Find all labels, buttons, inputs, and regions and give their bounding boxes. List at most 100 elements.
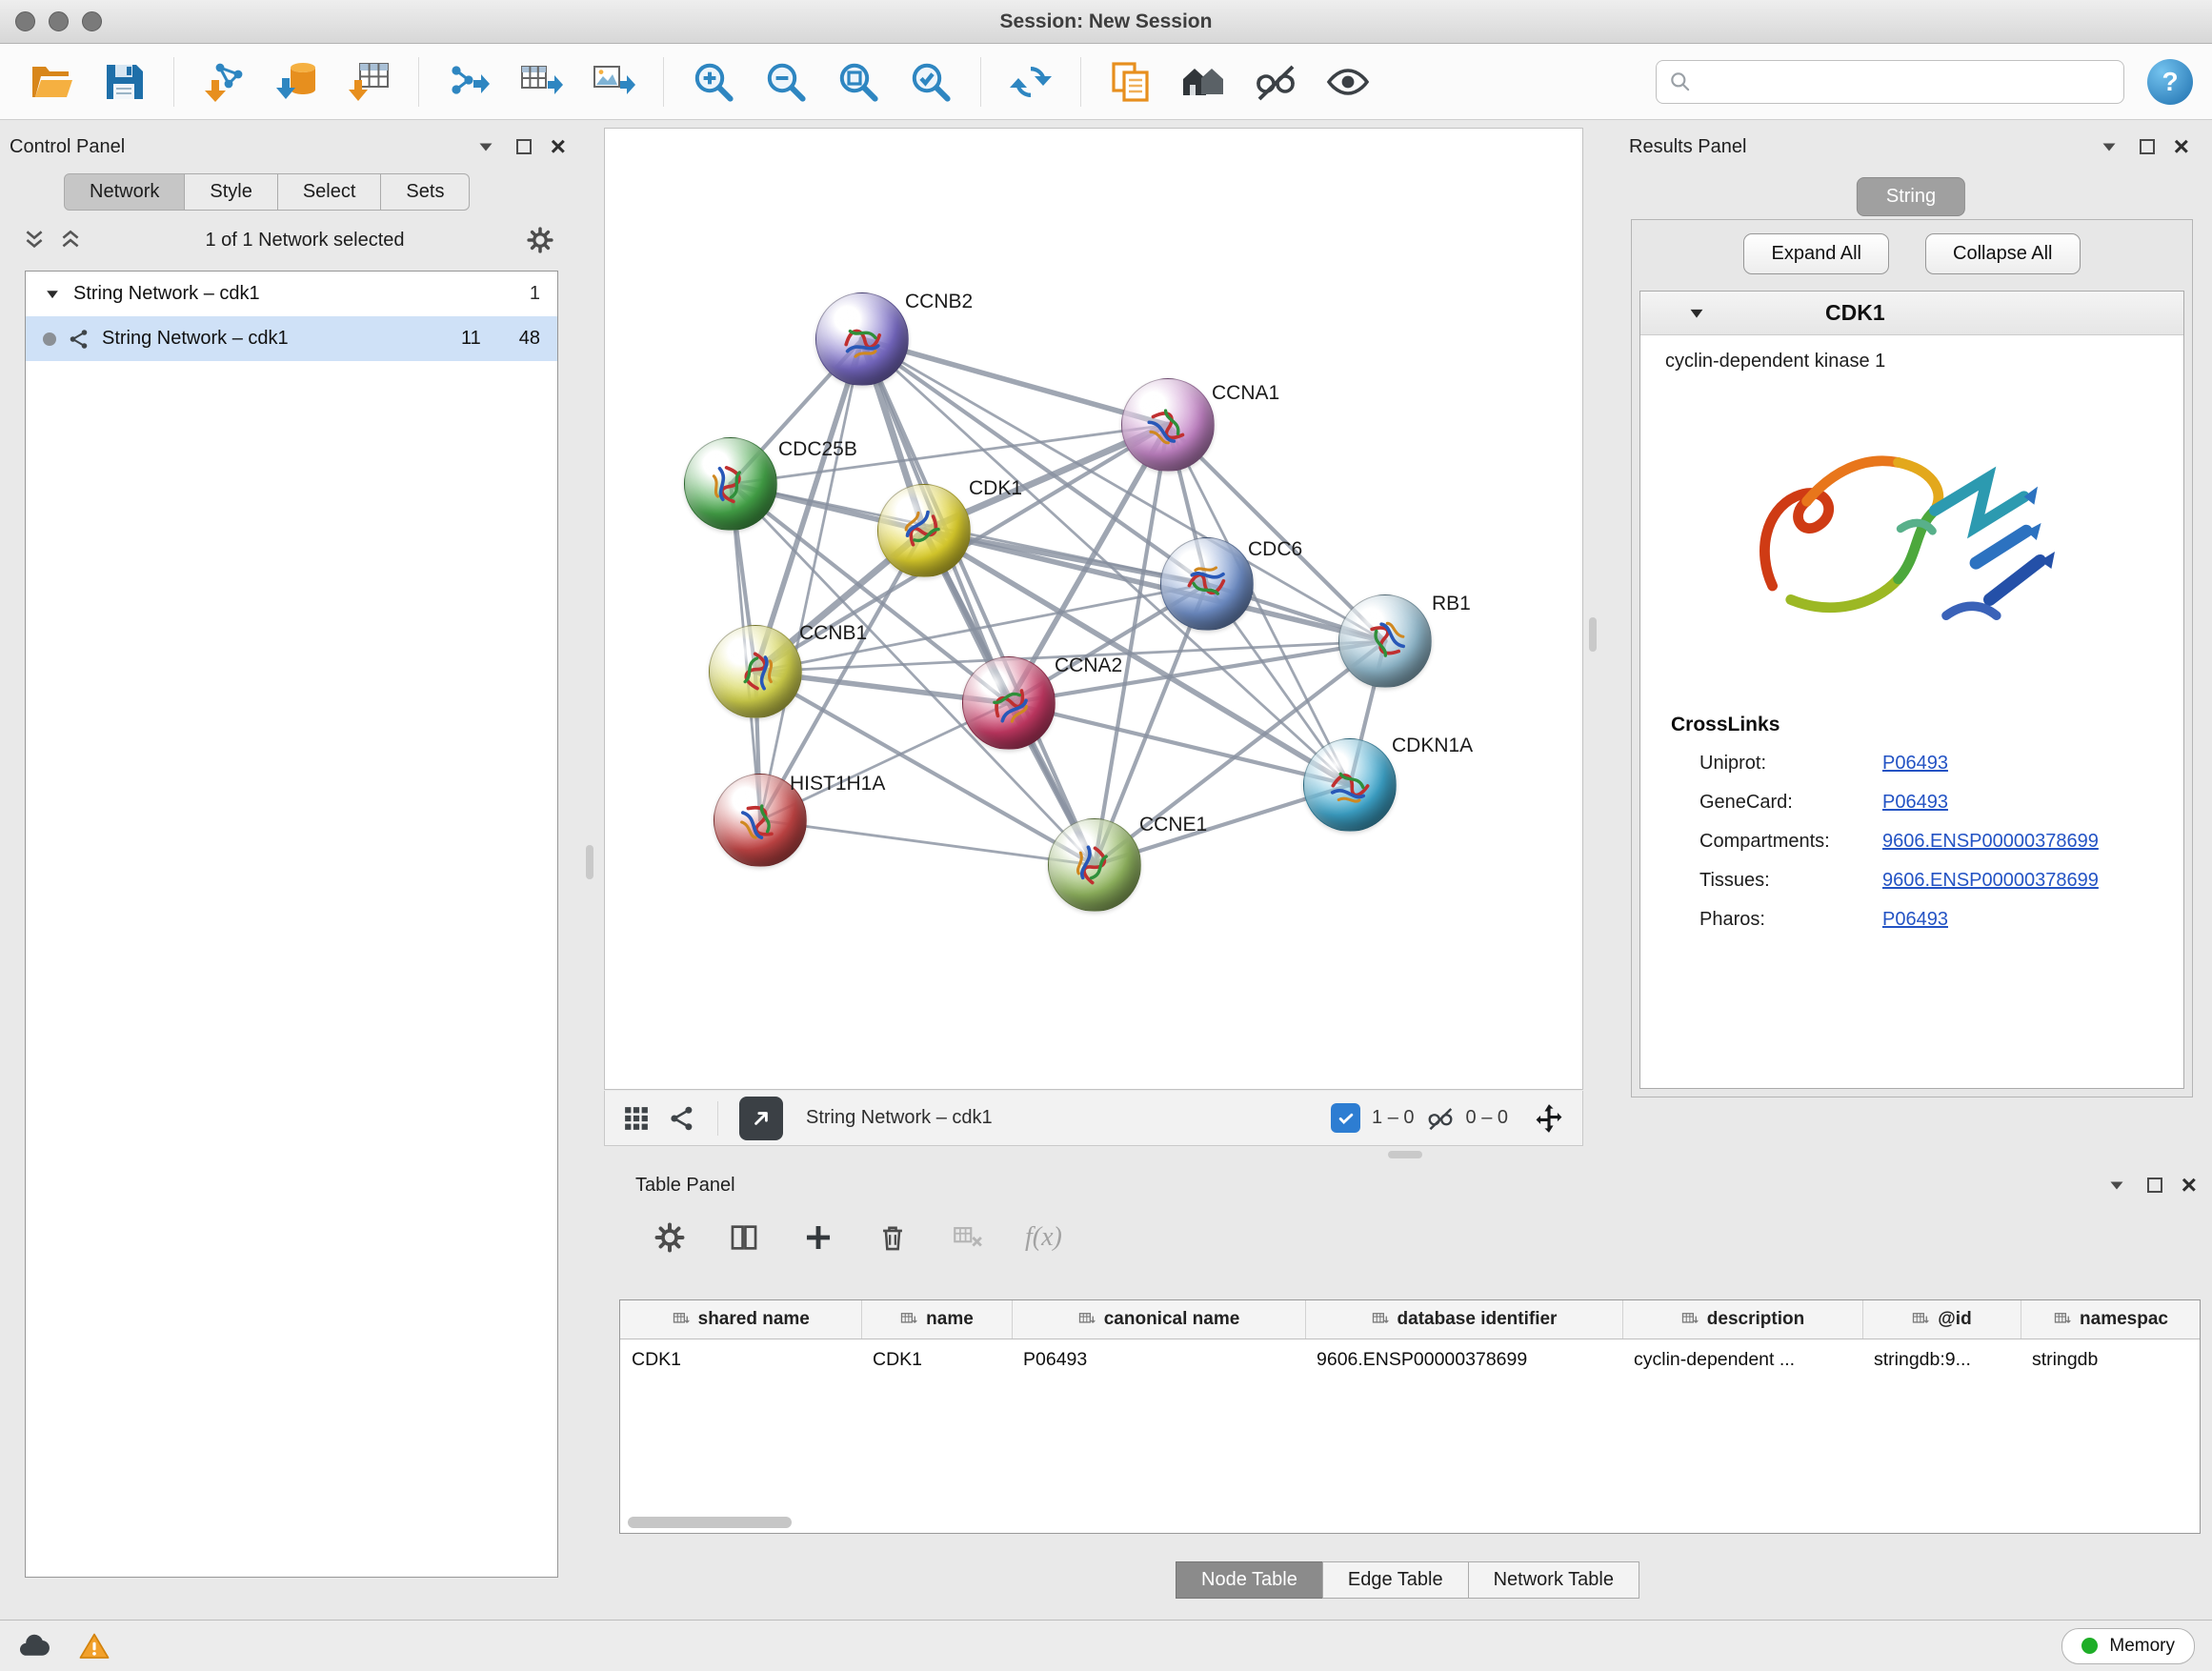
copy-document-button[interactable] [1098, 51, 1163, 112]
search-input[interactable] [1700, 70, 2112, 92]
table-row[interactable]: CDK1CDK1P064939606.ENSP00000378699cyclin… [620, 1339, 2201, 1380]
table-horizontal-scrollbar[interactable] [628, 1517, 792, 1528]
crosslink-link[interactable]: P06493 [1882, 753, 1948, 775]
import-table-file-button[interactable] [336, 51, 401, 112]
network-canvas[interactable]: CCNB2 CCNA1 CDC25B CDK1 CDC6 RB1 CCNB1 C… [604, 128, 1583, 1090]
function-builder-icon[interactable]: f(x) [1025, 1222, 1062, 1253]
help-button[interactable]: ? [2147, 59, 2193, 105]
results-panel-close-icon[interactable]: × [2174, 133, 2189, 160]
export-network-button[interactable] [436, 51, 501, 112]
control-tab-sets[interactable]: Sets [380, 173, 470, 211]
column-type-icon [1077, 1310, 1096, 1329]
memory-label: Memory [2109, 1636, 2175, 1657]
network-row-selected[interactable]: String Network – cdk1 11 48 [26, 316, 557, 361]
export-table-button[interactable] [509, 51, 573, 112]
table-panel-menu-icon[interactable] [2105, 1174, 2128, 1197]
network-node-ccne1[interactable] [1048, 818, 1141, 912]
network-node-ccna1[interactable] [1121, 378, 1215, 472]
column-type-icon [1911, 1310, 1930, 1329]
left-splitter-handle[interactable] [586, 845, 593, 879]
expand-all-icon[interactable] [57, 227, 84, 253]
network-node-ccnb2[interactable] [815, 292, 909, 386]
crosslink-link[interactable]: 9606.ENSP00000378699 [1882, 870, 2099, 892]
network-node-ccnb1[interactable] [709, 625, 802, 718]
network-list: String Network – cdk1 1 String Network –… [25, 271, 558, 1578]
table-tab-node-table[interactable]: Node Table [1176, 1561, 1323, 1599]
refresh-view-button[interactable] [998, 51, 1063, 112]
show-columns-icon[interactable] [728, 1221, 760, 1254]
table-tab-edge-table[interactable]: Edge Table [1322, 1561, 1469, 1599]
network-name: String Network – cdk1 [102, 328, 289, 350]
hidden-elements-icon[interactable] [1426, 1104, 1455, 1133]
network-collection-row[interactable]: String Network – cdk1 1 [26, 272, 557, 316]
column-header-database-identifier[interactable]: database identifier [1305, 1300, 1622, 1339]
delete-column-icon[interactable] [876, 1221, 909, 1254]
network-overview-icon[interactable] [668, 1104, 696, 1133]
network-options-gear-icon[interactable] [526, 226, 554, 254]
collapse-all-icon[interactable] [21, 227, 48, 253]
export-image-button[interactable] [581, 51, 646, 112]
search-box[interactable] [1656, 60, 2124, 104]
selected-nodes-checkbox[interactable] [1331, 1103, 1360, 1133]
zoom-in-button[interactable] [681, 51, 746, 112]
network-node-cdc25b[interactable] [684, 437, 777, 531]
column-header-canonical-name[interactable]: canonical name [1012, 1300, 1305, 1339]
control-tab-select[interactable]: Select [277, 173, 382, 211]
show-view-button[interactable] [1316, 51, 1380, 112]
gene-header[interactable]: CDK1 [1640, 292, 2183, 335]
control-tab-style[interactable]: Style [184, 173, 277, 211]
network-node-count: 11 [461, 328, 481, 350]
column-header-namespac[interactable]: namespac [2021, 1300, 2201, 1339]
column-header-description[interactable]: description [1622, 1300, 1862, 1339]
right-splitter-handle[interactable] [1589, 617, 1597, 652]
gene-collapse-icon[interactable] [1686, 303, 1707, 324]
column-header--id[interactable]: @id [1862, 1300, 2021, 1339]
add-column-icon[interactable] [802, 1221, 835, 1254]
network-node-rb1[interactable] [1338, 594, 1432, 688]
memory-button[interactable]: Memory [2061, 1628, 2195, 1664]
control-panel-close-icon[interactable]: × [551, 133, 566, 160]
bottom-splitter-handle[interactable] [1388, 1151, 1422, 1158]
string-home-button[interactable] [1171, 51, 1236, 112]
open-session-button[interactable] [19, 51, 84, 112]
zoom-out-button[interactable] [754, 51, 818, 112]
expand-all-button[interactable]: Expand All [1743, 233, 1889, 274]
detach-view-button[interactable] [739, 1097, 783, 1140]
control-panel-tabs: NetworkStyleSelectSets [65, 173, 566, 211]
table-tab-network-table[interactable]: Network Table [1468, 1561, 1639, 1599]
import-network-file-button[interactable] [191, 51, 256, 112]
crosslink-link[interactable]: P06493 [1882, 792, 1948, 814]
results-panel-float-icon[interactable] [2136, 135, 2159, 158]
network-node-ccna2[interactable] [962, 656, 1056, 750]
warning-icon[interactable] [78, 1630, 111, 1662]
save-session-button[interactable] [91, 51, 156, 112]
collection-expander-icon[interactable] [43, 285, 62, 304]
import-network-database-button[interactable] [264, 51, 329, 112]
string-results-tab[interactable]: String [1857, 177, 1965, 216]
control-panel-float-icon[interactable] [513, 135, 535, 158]
zoom-selected-button[interactable] [898, 51, 963, 112]
collapse-all-button[interactable]: Collapse All [1925, 233, 2081, 274]
node-table-container: shared namenamecanonical namedatabase id… [619, 1299, 2201, 1534]
network-node-cdk1[interactable] [877, 484, 971, 577]
crosslink-link[interactable]: 9606.ENSP00000378699 [1882, 831, 2099, 853]
cloud-status-icon[interactable] [17, 1629, 51, 1663]
control-panel-title: Control Panel [10, 136, 125, 158]
network-node-cdc6[interactable] [1160, 537, 1254, 631]
zoom-fit-button[interactable] [826, 51, 891, 112]
column-header-shared-name[interactable]: shared name [620, 1300, 861, 1339]
results-panel-menu-icon[interactable] [2098, 135, 2121, 158]
network-node-cdkn1a[interactable] [1303, 738, 1397, 832]
control-panel-menu-icon[interactable] [474, 135, 497, 158]
control-tab-network[interactable]: Network [64, 173, 185, 211]
crosslink-link[interactable]: P06493 [1882, 909, 1948, 931]
collection-count: 1 [530, 283, 540, 305]
column-header-name[interactable]: name [861, 1300, 1012, 1339]
table-panel-float-icon[interactable] [2143, 1174, 2166, 1197]
hide-labels-button[interactable] [1243, 51, 1308, 112]
toolbar-separator [418, 57, 419, 107]
table-panel-close-icon[interactable]: × [2182, 1172, 2197, 1198]
table-settings-gear-icon[interactable] [654, 1221, 686, 1254]
pan-tool-icon[interactable] [1533, 1102, 1565, 1135]
birdseye-grid-icon[interactable] [622, 1104, 651, 1133]
